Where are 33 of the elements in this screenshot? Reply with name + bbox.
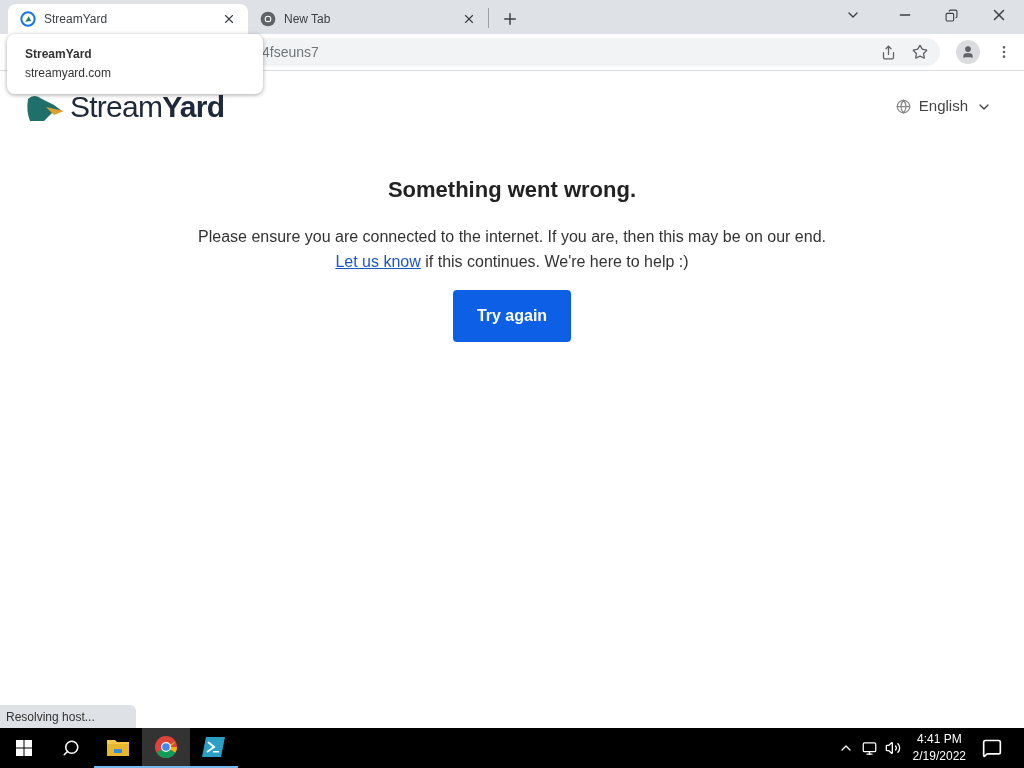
status-bubble: Resolving host... <box>0 705 136 728</box>
close-icon[interactable] <box>222 12 236 26</box>
windows-logo-icon[interactable] <box>16 740 32 756</box>
close-icon[interactable] <box>462 12 476 26</box>
address-text: 4fseuns7 <box>262 42 320 62</box>
browser-tab[interactable]: StreamYard <box>8 4 248 34</box>
bookmark-star-icon[interactable] <box>912 44 928 60</box>
folder-icon <box>106 737 130 757</box>
taskbar-app[interactable] <box>142 728 190 768</box>
new-tab-icon[interactable] <box>501 10 519 28</box>
chrome-icon <box>154 735 178 759</box>
chrome-icon <box>260 11 276 27</box>
language-selector[interactable]: English <box>895 95 992 118</box>
clock[interactable]: 4:41 PM 2/19/2022 <box>912 731 966 765</box>
terminal-icon <box>202 736 226 758</box>
globe-icon <box>895 99 911 114</box>
volume-icon[interactable] <box>884 740 901 756</box>
error-heading: Something went wrong. <box>387 176 637 204</box>
profile-avatar[interactable] <box>956 40 980 64</box>
tooltip-url: streamyard.com <box>25 65 113 82</box>
tab-title: New Tab <box>284 11 332 28</box>
network-icon[interactable] <box>861 740 877 756</box>
search-icon[interactable] <box>62 739 80 757</box>
notifications-icon[interactable] <box>982 738 1002 758</box>
share-icon[interactable] <box>881 44 896 60</box>
browser-tab[interactable]: New Tab <box>248 4 488 34</box>
error-message: Please ensure you are connected to the internet. If you are, then this may be on our end. Let us know if this continues. We're here to help :) <box>197 227 827 272</box>
tooltip-title: StreamYard <box>25 46 93 63</box>
restore-icon[interactable] <box>945 8 958 22</box>
tab-title: StreamYard <box>44 11 109 28</box>
help-link[interactable]: Let us know <box>335 253 421 270</box>
logo-wordmark: StreamYard <box>70 89 225 125</box>
try-again-button[interactable]: Try again <box>453 290 571 342</box>
